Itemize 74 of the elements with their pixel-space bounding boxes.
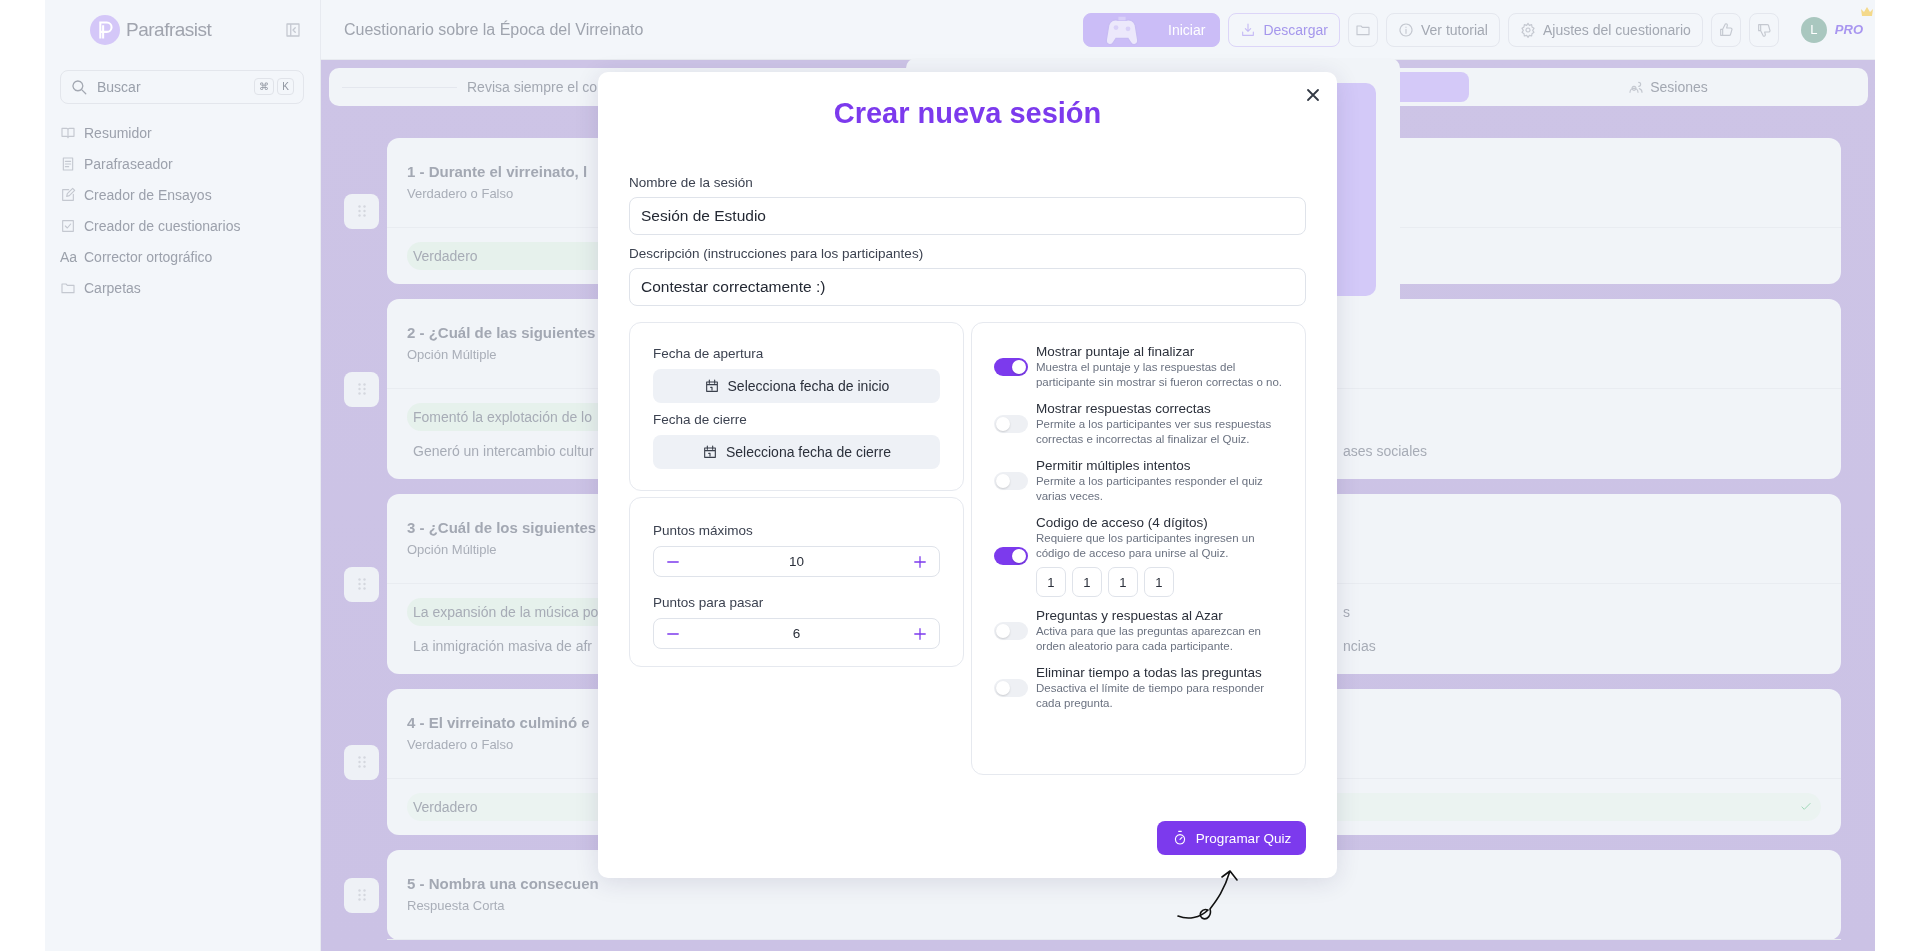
sidebar-item[interactable]: Creador de Ensayos — [60, 184, 304, 206]
setting-description: Requiere que los participantes ingresen un código de acceso para unirse al Quiz. — [1035, 531, 1256, 561]
code-digit-field[interactable]: 1 — [1035, 567, 1066, 597]
sidebar-item[interactable]: Creador de cuestionarios — [60, 215, 304, 237]
setting-description: Desactiva el límite de tiempo para responder cada pregunta. — [1035, 681, 1266, 711]
question-type: Respuesta Corta — [407, 898, 505, 913]
option-text: s — [1343, 604, 1350, 620]
field-label: Puntos para pasar — [653, 594, 765, 612]
setting-title: Preguntas y respuestas al Azar — [1035, 607, 1224, 624]
question-title: 1 - Durante el virreinato, l — [407, 163, 588, 180]
setting-title: Permitir múltiples intentos — [1035, 457, 1192, 474]
code-digit-field[interactable]: 1 — [1071, 567, 1102, 597]
sidebar-item-label: Creador de Ensayos — [84, 187, 212, 203]
question-type: Opción Múltiple — [407, 347, 497, 362]
option-text: Generó un intercambio cultur — [413, 443, 594, 459]
question-type: Verdadero o Falso — [407, 737, 514, 752]
app-name: Parafrasist — [126, 19, 213, 41]
text-icon: Aa — [60, 249, 76, 265]
stepper-value: 10 — [788, 554, 804, 569]
input-field[interactable]: Contestar correctamente :) — [629, 268, 1306, 306]
option-text: La inmigración masiva de afr — [413, 638, 592, 654]
question-title: 3 - ¿Cuál de los siguientes — [407, 519, 597, 536]
tab[interactable]: Sesiones — [1473, 72, 1863, 102]
sidebar-item-label: Corrector ortográfico — [84, 249, 213, 265]
setting-title: Mostrar puntaje al finalizar — [1035, 343, 1196, 360]
sidebar-item[interactable]: Aa Corrector ortográfico — [60, 246, 304, 268]
code-digit-field[interactable]: 1 — [1107, 567, 1138, 597]
shortcut-key: K — [277, 78, 294, 95]
date-picker-button[interactable]: Selecciona fecha de inicio — [653, 369, 940, 403]
field-label: Descripción (instrucciones para los participantes) — [629, 245, 925, 263]
question-type: Opción Múltiple — [407, 542, 497, 557]
field-label: Puntos máximos — [653, 522, 754, 540]
sidebar-item[interactable]: Parafraseador — [60, 153, 304, 175]
sidebar-item-label: Creador de cuestionarios — [84, 218, 241, 234]
question-type: Verdadero o Falso — [407, 186, 514, 201]
field-label: Nombre de la sesión — [629, 174, 754, 192]
code-digit-field[interactable]: 1 — [1143, 567, 1174, 597]
option-text: Verdadero — [413, 248, 478, 264]
option-text: La expansión de la música po — [413, 604, 599, 620]
setting-description: Activa para que las preguntas aparezcan en orden aleatorio para cada participante. — [1035, 624, 1262, 654]
option-text: ncias — [1343, 638, 1376, 654]
schedule-quiz-button[interactable]: Programar Quiz — [1157, 821, 1306, 855]
field-label: Fecha de cierre — [653, 411, 748, 429]
user-avatar[interactable]: L — [1800, 16, 1827, 43]
sidebar-item-label: Resumidor — [84, 125, 152, 141]
sidebar-item[interactable]: Carpetas — [60, 277, 304, 299]
option-text: ases sociales — [1343, 443, 1428, 459]
tab-label: Sesiones — [1650, 79, 1708, 95]
toolbar-button[interactable]: Ajustes del cuestionario — [1507, 12, 1703, 47]
start-button[interactable]: Iniciar — [1083, 12, 1221, 47]
option-text: Fomentó la explotación de lo — [413, 409, 592, 425]
setting-description: Muestra el puntaje y las respuestas del participante sin mostrar si fueron correctas o no. — [1035, 360, 1284, 390]
sidebar-item-label: Parafraseador — [84, 156, 173, 172]
question-title: 2 - ¿Cuál de las siguientes — [407, 324, 596, 341]
sidebar-item[interactable]: Resumidor — [60, 122, 304, 144]
field-label: Fecha de apertura — [653, 345, 765, 363]
plan-label: PRO — [1834, 22, 1863, 37]
question-title: 5 - Nombra una consecuen — [407, 875, 599, 892]
tab-label: Revisa siempre el co — [467, 79, 597, 95]
shortcut-key: ⌘ — [254, 78, 275, 95]
setting-title: Mostrar respuestas correctas — [1035, 400, 1212, 417]
input-field[interactable]: Sesión de Estudio — [629, 197, 1306, 235]
toolbar-button[interactable]: Descargar — [1228, 12, 1340, 47]
stepper-value: 6 — [792, 626, 801, 641]
question-title: 4 - El virreinato culminó e — [407, 714, 590, 731]
setting-title: Eliminar tiempo a todas las preguntas — [1035, 664, 1263, 681]
option-text: Verdadero — [413, 799, 478, 815]
setting-title: Codigo de acceso (4 dígitos) — [1035, 514, 1209, 531]
toolbar-button[interactable]: Ver tutorial — [1386, 12, 1500, 47]
setting-description: Permite a los participantes responder el quiz varias veces. — [1035, 474, 1264, 504]
date-picker-button[interactable]: Selecciona fecha de cierre — [653, 435, 940, 469]
quiz-title: Cuestionario sobre la Época del Virreinato — [344, 20, 645, 39]
sidebar-item-label: Carpetas — [84, 280, 141, 296]
setting-description: Permite a los participantes ver sus respuestas correctas e incorrectas al finalizar el Quiz. — [1035, 417, 1273, 447]
